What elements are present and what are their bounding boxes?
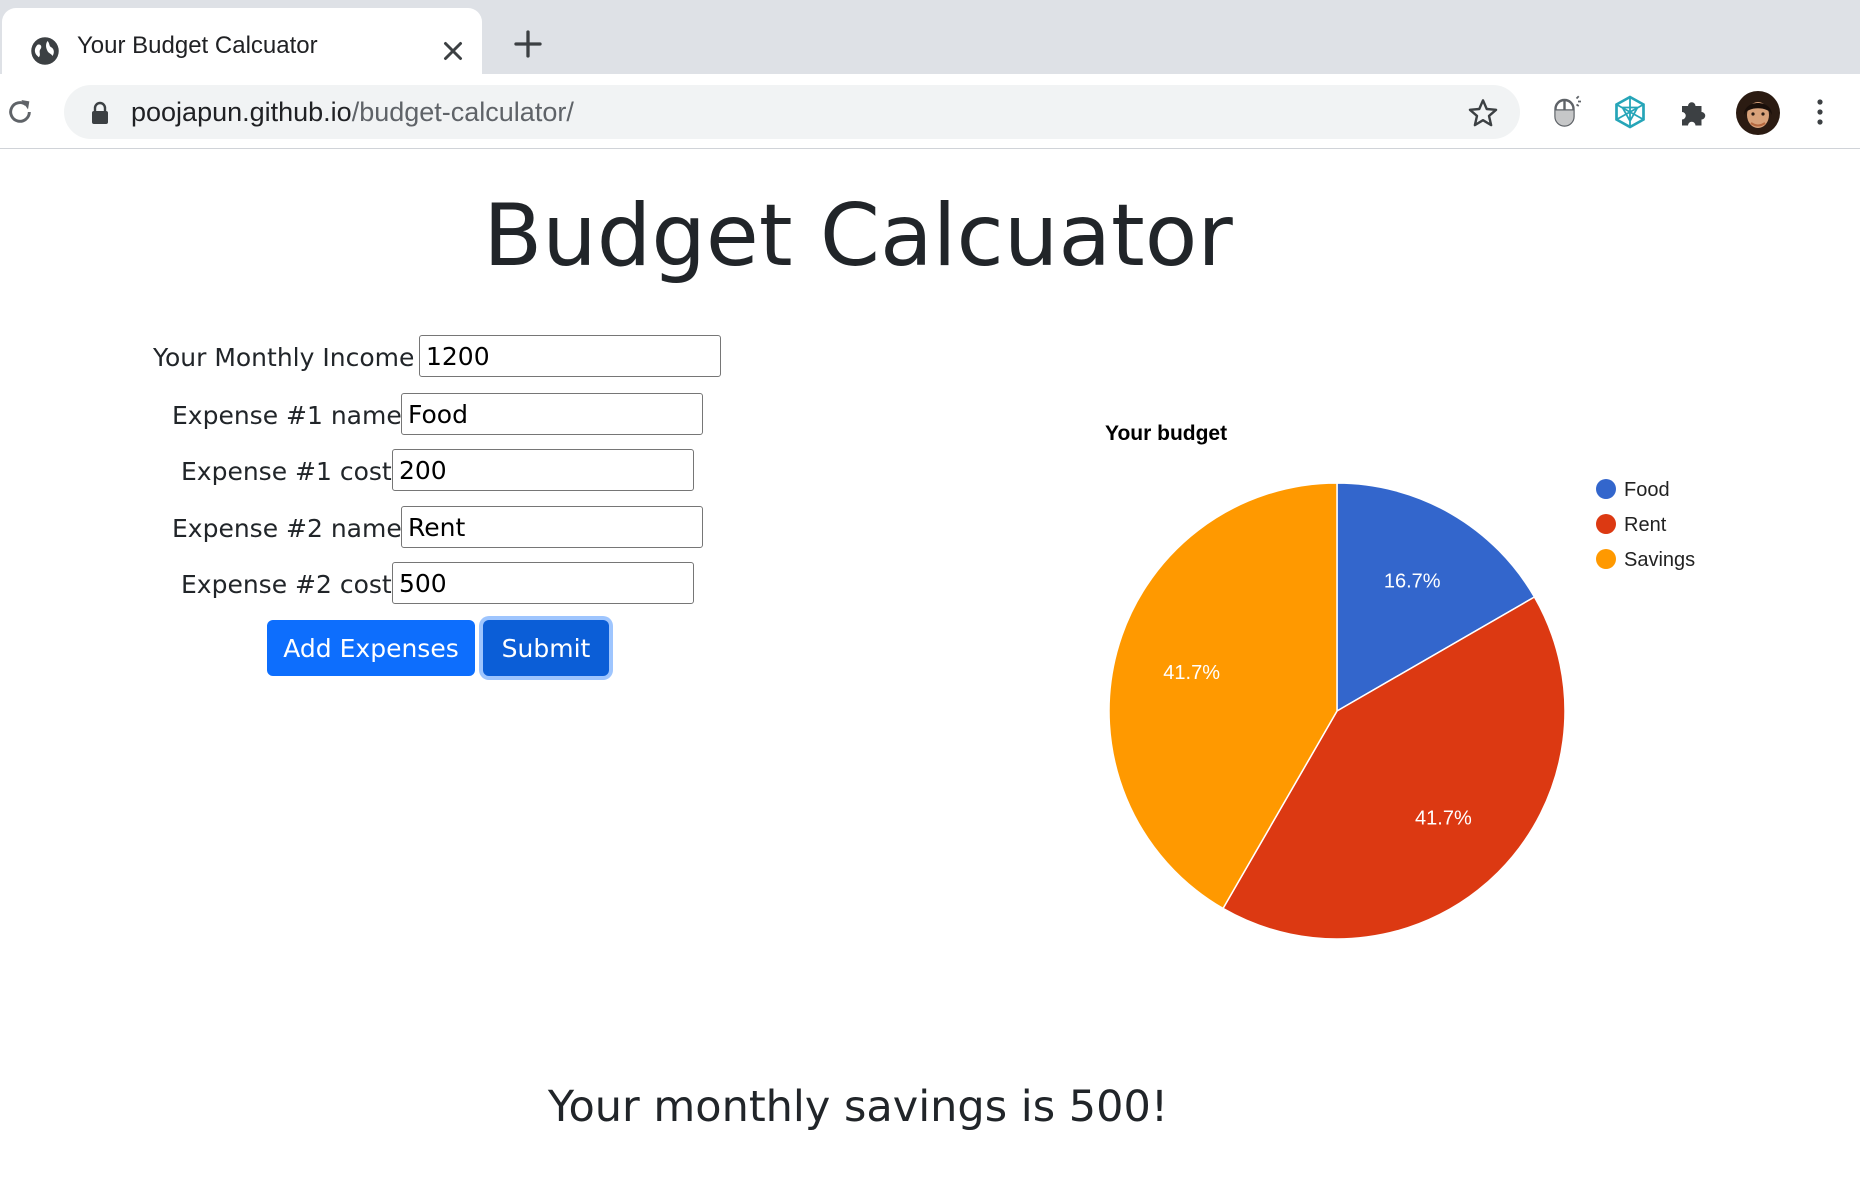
url-path: /budget-calculator/ [351,97,574,127]
tab-title: Your Budget Calcuator [77,32,318,59]
expense1-cost-label: Expense #1 cost [181,457,392,486]
expense2-cost-input[interactable] [392,562,694,604]
lock-icon[interactable] [90,101,110,125]
income-row: Your Monthly Income [0,335,800,381]
chart-title: Your budget [1105,422,1227,445]
budget-pie-chart: Your budget 16.7% 41.7% 41.7% Food Rent Savi… [1105,422,1695,940]
globe-icon [31,37,59,65]
kebab-menu-icon[interactable] [1810,96,1830,128]
extension-icon[interactable] [1612,94,1648,130]
browser-tab[interactable]: Your Budget Calcuator [2,8,482,76]
close-icon[interactable] [438,36,468,66]
pie-label-savings: 41.7% [1163,662,1220,684]
avatar[interactable] [1736,91,1780,135]
income-label: Your Monthly Income [153,343,415,372]
page-title: Budget Calcuator [483,186,1233,286]
expense2-name-label: Expense #2 name [172,514,402,543]
plus-icon[interactable] [510,26,546,62]
chart-legend: Food Rent Savings [1596,479,1695,571]
extension-icon[interactable] [1548,94,1584,130]
savings-result: Your monthly savings is 500! [547,1082,1169,1132]
expense2-name-row: Expense #2 name [0,506,800,552]
star-icon[interactable] [1467,97,1499,129]
puzzle-icon[interactable] [1676,94,1712,130]
url-text[interactable]: poojapun.github.io/budget-calculator/ [131,97,574,128]
expense1-name-label: Expense #1 name [172,401,402,430]
add-expenses-button[interactable]: Add Expenses [267,620,475,676]
pie-slices [1108,482,1566,940]
submit-button[interactable]: Submit [483,620,609,676]
expense2-cost-row: Expense #2 cost [0,562,800,608]
reload-icon[interactable] [4,96,36,128]
legend-label-rent: Rent [1624,514,1667,536]
legend-swatch-rent [1596,514,1616,534]
expense1-cost-input[interactable] [392,449,694,491]
expense1-name-input[interactable] [401,393,703,435]
legend-label-savings: Savings [1624,549,1695,571]
legend-swatch-savings [1596,549,1616,569]
expense1-name-row: Expense #1 name [0,393,800,439]
expense1-cost-row: Expense #1 cost [0,449,800,495]
expense2-name-input[interactable] [401,506,703,548]
pie-label-rent: 41.7% [1415,807,1472,829]
legend-swatch-food [1596,479,1616,499]
legend-label-food: Food [1624,479,1670,501]
income-input[interactable] [419,335,721,377]
pie-label-food: 16.7% [1384,571,1441,593]
expense2-cost-label: Expense #2 cost [181,570,392,599]
url-host: poojapun.github.io [131,97,352,127]
